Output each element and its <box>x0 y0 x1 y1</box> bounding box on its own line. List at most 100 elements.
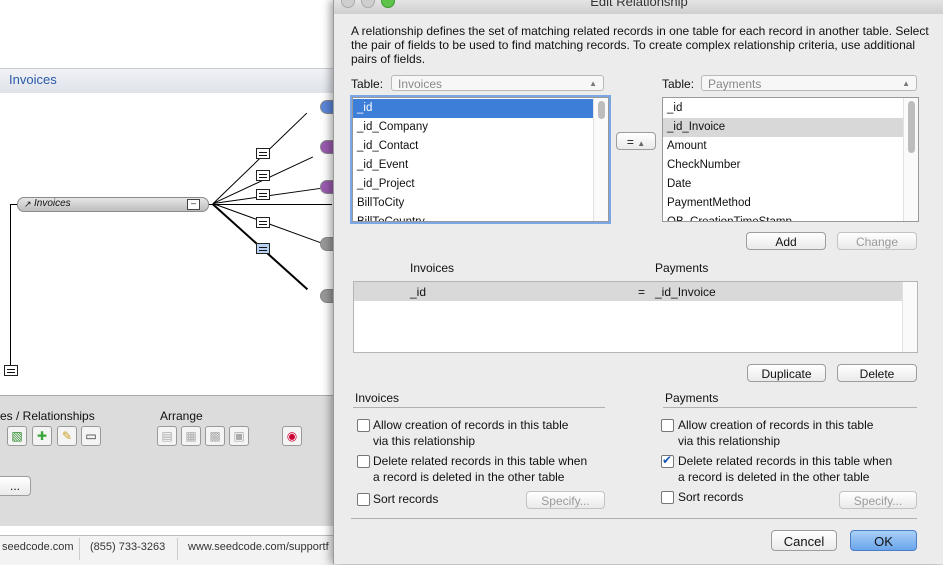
edit-relationship-dialog: Edit Relationship A relationship defines… <box>333 0 943 564</box>
left-field-item[interactable]: _id_Contact <box>353 137 608 156</box>
add-relationship-icon[interactable]: ✚ <box>32 426 52 446</box>
operator-popup[interactable]: = ▲ <box>616 132 656 150</box>
resize-icon[interactable]: ▣ <box>229 426 249 446</box>
updown-arrow-icon: ▲ <box>589 79 597 88</box>
relationships-label: es / Relationships <box>0 409 95 423</box>
left-section-title: Invoices <box>355 391 400 405</box>
relationship-line <box>207 204 332 205</box>
right-allow-create-label-2: via this relationship <box>678 434 781 448</box>
relationship-line <box>10 204 11 374</box>
right-field-item[interactable]: _id <box>663 99 918 118</box>
right-delete-related-label: Delete related records in this table whe… <box>678 454 893 468</box>
right-field-list[interactable]: _id _id_Invoice Amount CheckNumber Date … <box>662 97 919 222</box>
divider <box>351 518 917 519</box>
left-delete-related-checkbox[interactable] <box>357 455 370 468</box>
criteria-table[interactable]: _id = _id_Invoice <box>353 281 918 353</box>
divider <box>663 407 917 408</box>
left-sort-checkbox[interactable] <box>357 493 370 506</box>
relationship-operator-icon[interactable] <box>256 170 270 181</box>
right-allow-create-checkbox[interactable] <box>661 419 674 432</box>
right-delete-related-label-2: a record is deleted in the other table <box>678 470 870 484</box>
right-field-item[interactable]: Date <box>663 175 918 194</box>
criteria-header-left: Invoices <box>410 261 455 275</box>
left-field-item[interactable]: _id_Event <box>353 156 608 175</box>
description-text: A relationship defines the set of matchi… <box>351 24 929 66</box>
left-field-list[interactable]: _id _id_Company _id_Contact _id_Event _i… <box>352 97 609 222</box>
criteria-scrollbar[interactable] <box>902 282 917 352</box>
left-sort-label: Sort records <box>373 492 439 506</box>
left-field-item[interactable]: BillToCity <box>353 194 608 213</box>
relationship-operator-icon[interactable] <box>256 189 270 200</box>
relationship-operator-icon[interactable] <box>256 217 270 228</box>
relationship-operator-icon-selected[interactable] <box>256 243 270 254</box>
criteria-header-right: Payments <box>655 261 709 275</box>
add-table-icon[interactable]: ▧ <box>7 426 27 446</box>
right-field-item[interactable]: PaymentMethod <box>663 194 918 213</box>
updown-arrow-icon: ▲ <box>902 79 910 88</box>
right-field-item[interactable]: Amount <box>663 137 918 156</box>
status-bar: seedcode.com (855) 733-3263 www.seedcode… <box>0 535 340 565</box>
left-delete-related-label: Delete related records in this table whe… <box>373 454 588 468</box>
right-sort-checkbox[interactable] <box>661 491 674 504</box>
updown-arrow-icon: ▲ <box>637 139 646 148</box>
left-list-scrollbar[interactable] <box>593 98 608 221</box>
criteria-right-field: _id_Invoice <box>655 285 716 299</box>
criteria-left-field: _id <box>410 285 427 299</box>
relationships-graph-window: Invoices ↗ Invoices – es / Relationships… <box>0 0 342 565</box>
left-field-item[interactable]: BillToCountry <box>353 213 608 221</box>
left-table-label: Table: <box>351 77 384 91</box>
align-left-icon[interactable]: ▤ <box>157 426 177 446</box>
align-center-icon[interactable]: ▦ <box>181 426 201 446</box>
left-field-item[interactable]: _id <box>353 99 608 118</box>
invoices-occurrence-label: Invoices <box>34 198 71 209</box>
arrange-label: Arrange <box>160 409 203 423</box>
scroll-thumb[interactable] <box>598 101 605 119</box>
graph-title: Invoices <box>9 72 57 87</box>
arrow-icon: ↗ <box>24 199 32 209</box>
left-field-item[interactable]: _id_Project <box>353 175 608 194</box>
delete-button[interactable]: Delete <box>837 364 917 382</box>
right-specify-button[interactable]: Specify... <box>839 491 917 509</box>
relationship-operator-icon[interactable] <box>4 365 18 376</box>
left-allow-create-label-2: via this relationship <box>373 434 476 448</box>
change-button[interactable]: Change <box>837 232 917 250</box>
right-sort-label: Sort records <box>678 490 744 504</box>
criteria-row[interactable]: _id = _id_Invoice <box>354 282 902 301</box>
more-button[interactable]: ... <box>0 476 31 496</box>
right-section-title: Payments <box>665 391 719 405</box>
ok-button[interactable]: OK <box>850 530 917 551</box>
status-url[interactable]: www.seedcode.com/supportf <box>188 541 329 553</box>
scroll-thumb[interactable] <box>908 101 915 153</box>
divider <box>79 538 80 560</box>
color-picker-icon[interactable]: ◉ <box>282 426 302 446</box>
right-delete-related-checkbox[interactable] <box>661 453 674 468</box>
right-list-scrollbar[interactable] <box>903 98 918 221</box>
right-table-popup[interactable]: Payments ▲ <box>701 75 917 91</box>
left-field-item[interactable]: _id_Company <box>353 118 608 137</box>
left-delete-related-label-2: a record is deleted in the other table <box>373 470 565 484</box>
left-table-popup[interactable]: Invoices ▲ <box>391 75 604 91</box>
right-table-label: Table: <box>662 77 695 91</box>
dialog-titlebar: Edit Relationship <box>334 0 943 14</box>
dialog-title: Edit Relationship <box>590 0 688 9</box>
criteria-operator: = <box>638 285 646 299</box>
duplicate-button[interactable]: Duplicate <box>747 364 826 382</box>
delete-trash-icon[interactable]: ▭ <box>81 426 101 446</box>
relationship-operator-icon[interactable] <box>256 148 270 159</box>
left-allow-create-checkbox[interactable] <box>357 419 370 432</box>
distribute-icon[interactable]: ▩ <box>205 426 225 446</box>
collapse-icon[interactable]: – <box>187 199 200 210</box>
graph-canvas[interactable] <box>0 93 340 393</box>
right-field-item[interactable]: _id_Invoice <box>663 118 918 137</box>
right-field-item[interactable]: QB_CreationTimeStamp <box>663 213 918 221</box>
left-specify-button[interactable]: Specify... <box>526 491 605 509</box>
divider <box>177 538 178 560</box>
cancel-button[interactable]: Cancel <box>771 530 837 551</box>
divider <box>353 407 605 408</box>
left-allow-create-label: Allow creation of records in this table <box>373 418 569 432</box>
right-allow-create-label: Allow creation of records in this table <box>678 418 874 432</box>
add-button[interactable]: Add <box>746 232 826 250</box>
right-field-item[interactable]: CheckNumber <box>663 156 918 175</box>
edit-pencil-icon[interactable]: ✎ <box>57 426 77 446</box>
status-site[interactable]: seedcode.com <box>2 541 74 553</box>
